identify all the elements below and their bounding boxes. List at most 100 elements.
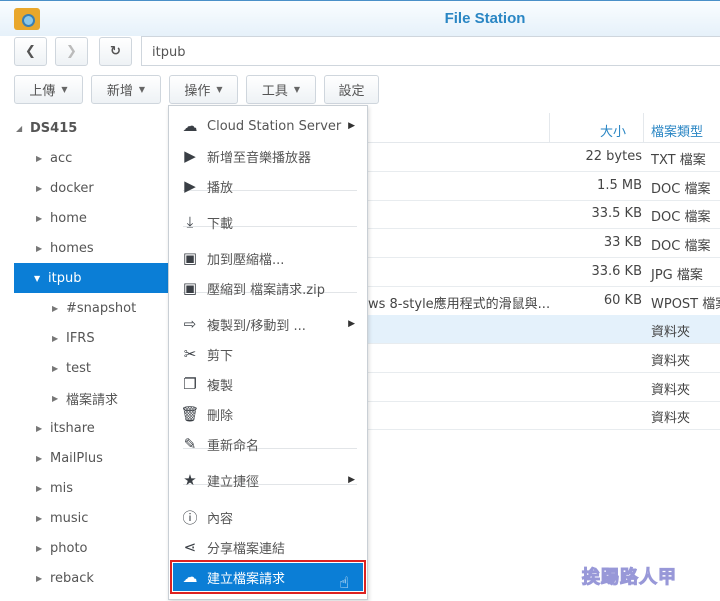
- tree-item[interactable]: ▼ itpub: [14, 263, 168, 293]
- hand-cursor-icon: ☝: [339, 573, 349, 592]
- table-row[interactable]: 資料夾: [368, 315, 720, 345]
- archive-icon: ▣: [182, 249, 198, 267]
- cell-size: 33 KB: [603, 235, 642, 251]
- tree-label: itpub: [48, 270, 82, 286]
- cell-type: 資料夾: [651, 353, 691, 369]
- cell-size: 1.5 MB: [597, 177, 642, 193]
- expanded-icon[interactable]: ▼: [34, 274, 48, 283]
- cell-type: TXT 檔案: [651, 153, 706, 168]
- menu-item[interactable]: ▶ 新增至音樂播放器: [173, 142, 363, 170]
- table-row[interactable]: 1.5 MB DOC 檔案: [368, 172, 720, 201]
- upload-button[interactable]: 上傳 ▼: [14, 75, 83, 104]
- collapsed-icon[interactable]: ▶: [52, 334, 66, 343]
- tree-label: #snapshot: [66, 300, 137, 316]
- menu-item[interactable]: ★ 建立捷徑 ▶: [173, 466, 363, 494]
- create-button[interactable]: 新增 ▼: [91, 75, 161, 104]
- menu-item-label: 建立檔案請求: [207, 571, 286, 587]
- collapsed-icon[interactable]: ▶: [36, 574, 50, 583]
- menu-item[interactable]: ✎ 重新命名: [173, 430, 363, 458]
- action-label: 操作: [184, 84, 211, 99]
- collapsed-icon[interactable]: ▶: [36, 184, 50, 193]
- cloud-icon: ☁: [182, 117, 198, 135]
- table-row[interactable]: 資料夾: [368, 373, 720, 402]
- cell-size: 22 bytes: [585, 149, 643, 164]
- tree-label: test: [66, 360, 91, 376]
- menu-item[interactable]: ☁ 建立檔案請求 ☝: [170, 560, 366, 594]
- tree-root[interactable]: ◢ DS415: [16, 113, 184, 143]
- menu-item[interactable]: ▣ 壓縮到 檔案請求.zip: [173, 274, 363, 302]
- window-title: File Station: [444, 10, 526, 27]
- download-icon: ⤓: [186, 213, 194, 231]
- menu-item-label: 複製到/移動到 ...: [207, 318, 306, 334]
- copy-icon: ❐: [183, 375, 197, 393]
- cell-type: DOC 檔案: [651, 210, 711, 226]
- menu-item-label: 加到壓縮檔...: [207, 252, 285, 268]
- table-row[interactable]: ws 8-style應用程式的滑鼠與... 60 KB WPOST 檔案: [368, 287, 720, 316]
- tree-label: IFRS: [66, 330, 95, 346]
- tree-label: itshare: [50, 420, 95, 436]
- archive-icon: ▣: [182, 279, 198, 297]
- caret-down-icon: ▼: [293, 85, 301, 94]
- table-row[interactable]: 資料夾: [368, 344, 720, 373]
- collapsed-icon[interactable]: ▶: [36, 424, 50, 433]
- forward-button[interactable]: ❯: [55, 37, 88, 66]
- menu-item[interactable]: ▶ 播放: [173, 172, 363, 200]
- menu-item[interactable]: ✂ 剪下: [173, 340, 363, 368]
- collapsed-icon[interactable]: ▶: [52, 304, 66, 313]
- table-row[interactable]: 33 KB DOC 檔案: [368, 229, 720, 259]
- create-label: 新增: [106, 84, 133, 99]
- table-row[interactable]: 33.6 KB JPG 檔案: [368, 258, 720, 287]
- menu-item[interactable]: ⋖ 分享檔案連結: [173, 533, 363, 561]
- collapsed-icon[interactable]: ▶: [36, 514, 50, 523]
- submenu-arrow-icon: ▶: [348, 121, 355, 131]
- menu-item[interactable]: ▣ 加到壓縮檔...: [173, 244, 363, 272]
- collapsed-icon[interactable]: ▶: [36, 544, 50, 553]
- tools-button[interactable]: 工具 ▼: [246, 75, 316, 104]
- refresh-button[interactable]: ↻: [99, 37, 132, 66]
- menu-item[interactable]: ☁ Cloud Station Server ▶: [173, 112, 363, 140]
- menu-item[interactable]: ❐ 複製: [173, 370, 363, 398]
- menu-item-label: 建立捷徑: [207, 474, 260, 490]
- table-row[interactable]: 22 bytes TXT 檔案: [368, 143, 720, 172]
- play-icon: ▶: [184, 177, 196, 195]
- menu-item-label: 壓縮到 檔案請求.zip: [207, 282, 325, 298]
- menu-item[interactable]: ⇨ 複製到/移動到 ... ▶: [173, 310, 363, 338]
- cloud-upload-icon: ☁: [182, 568, 198, 586]
- path-input[interactable]: itpub: [141, 36, 720, 66]
- tree-label: music: [50, 510, 89, 526]
- collapsed-icon[interactable]: ▶: [36, 214, 50, 223]
- collapsed-icon[interactable]: ▶: [36, 484, 50, 493]
- collapsed-icon[interactable]: ▶: [36, 244, 50, 253]
- title-bar: File Station: [0, 0, 720, 36]
- back-button[interactable]: ❮: [14, 37, 47, 66]
- menu-item-label: 內容: [207, 511, 234, 527]
- size-column-header[interactable]: 大小: [600, 121, 626, 140]
- collapsed-icon[interactable]: ▶: [36, 454, 50, 463]
- trash-icon: 🗑: [180, 405, 200, 423]
- table-row[interactable]: 33.5 KB DOC 檔案: [368, 200, 720, 230]
- watermark: 挨踢路人甲: [582, 567, 677, 589]
- menu-item-label: 新增至音樂播放器: [207, 150, 312, 166]
- type-column-header[interactable]: 檔案類型: [651, 121, 703, 140]
- submenu-arrow-icon: ▶: [348, 319, 355, 329]
- tree-label: reback: [50, 570, 94, 586]
- collapsed-icon[interactable]: ▶: [52, 364, 66, 373]
- cell-type: WPOST 檔案: [651, 296, 720, 312]
- star-icon: ★: [183, 471, 197, 489]
- collapsed-icon[interactable]: ▶: [52, 394, 66, 403]
- action-button[interactable]: 操作 ▼: [169, 75, 238, 104]
- play-icon: ▶: [184, 147, 196, 165]
- tree-label: acc: [50, 150, 73, 166]
- table-row[interactable]: 資料夾: [368, 401, 720, 431]
- tree-label: home: [50, 210, 87, 226]
- caret-down-icon: ▼: [216, 85, 223, 94]
- settings-label: 設定: [338, 84, 365, 99]
- cell-type: DOC 檔案: [651, 239, 711, 255]
- menu-item[interactable]: 🗑 刪除: [173, 400, 363, 428]
- collapsed-icon[interactable]: ▶: [36, 154, 50, 163]
- menu-item[interactable]: ⤓ 下載: [173, 208, 363, 236]
- caret-down-icon: ▼: [138, 85, 146, 94]
- settings-button[interactable]: 設定: [324, 75, 379, 104]
- menu-item-label: 播放: [207, 180, 234, 196]
- menu-item[interactable]: ⓘ 內容: [173, 503, 363, 531]
